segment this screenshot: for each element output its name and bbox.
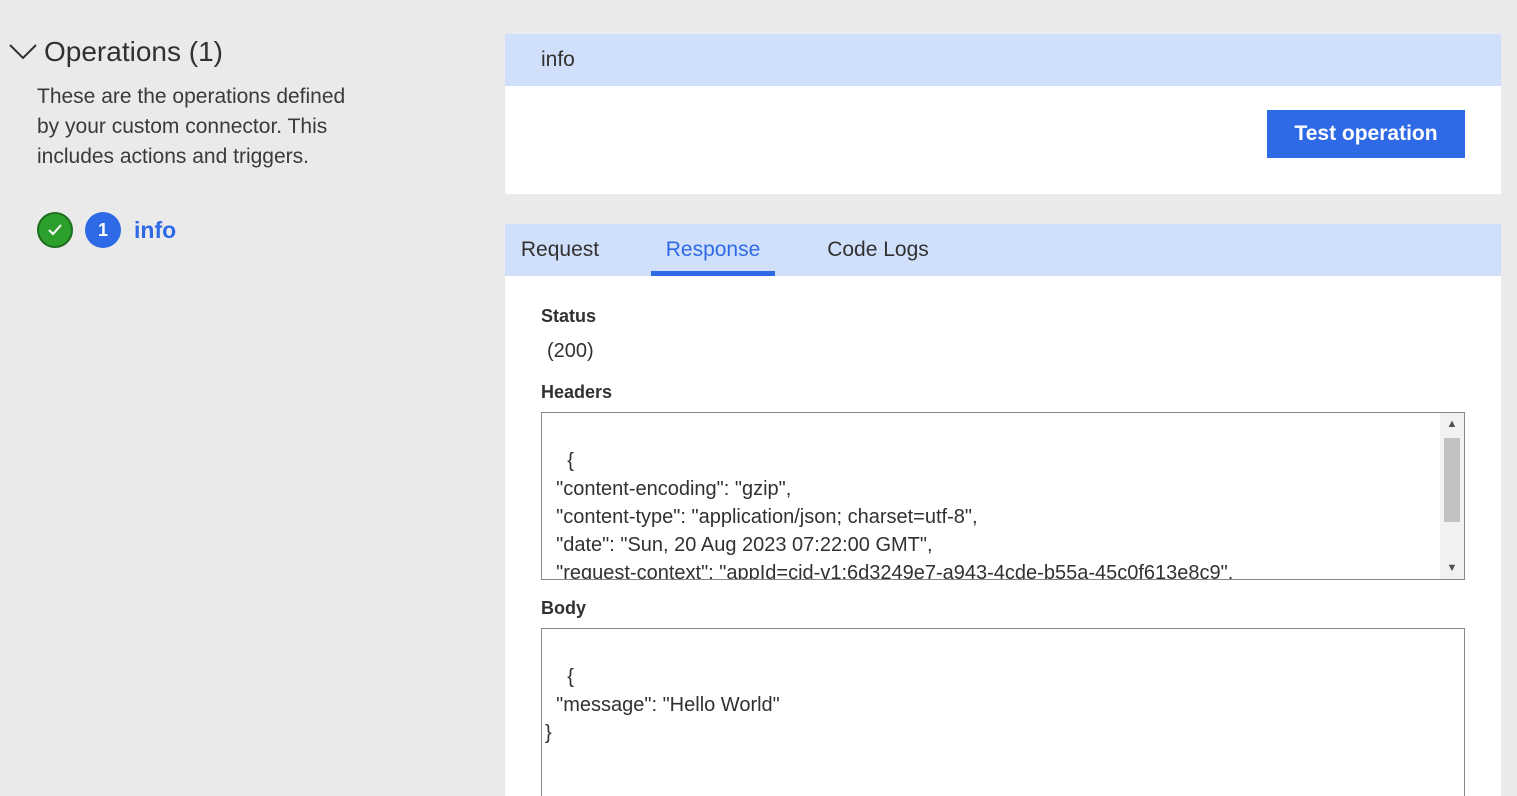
body-content: { "message": "Hello World" }	[545, 666, 780, 744]
headers-label: Headers	[541, 382, 613, 402]
status-value: (200)	[547, 340, 594, 362]
tab-response[interactable]: Response	[651, 224, 775, 276]
operations-collapse-toggle[interactable]: Operations (1)	[8, 36, 223, 68]
operation-card-title: info	[505, 34, 1501, 86]
headers-scrollbar[interactable]: ▲ ▼	[1440, 413, 1464, 579]
headers-textarea[interactable]: { "content-encoding": "gzip", "content-t…	[541, 412, 1465, 580]
tab-response-label: Response	[665, 238, 761, 261]
tab-request-label: Request	[520, 238, 600, 261]
tab-request[interactable]: Request	[505, 224, 615, 276]
operation-number-badge: 1	[85, 212, 121, 248]
operation-link-info[interactable]: info	[134, 217, 176, 244]
scrollbar-thumb[interactable]	[1444, 438, 1460, 522]
checkmark-icon	[37, 212, 73, 248]
status-label: Status	[541, 306, 597, 326]
body-label: Body	[541, 598, 586, 618]
test-operation-button[interactable]: Test operation	[1267, 110, 1465, 158]
tab-code-logs-label: Code Logs	[827, 238, 929, 261]
operations-title: Operations (1)	[44, 36, 223, 67]
response-card: Request Response Code Logs Status (200) …	[505, 224, 1501, 796]
tab-bar: Request Response Code Logs	[505, 224, 1501, 276]
tab-code-logs[interactable]: Code Logs	[811, 224, 945, 276]
active-tab-indicator	[651, 271, 775, 276]
operation-card: info Test operation	[505, 34, 1501, 194]
operations-description: These are the operations defined by your…	[37, 85, 346, 168]
chevron-down-icon	[9, 44, 37, 60]
scroll-down-arrow-icon[interactable]: ▼	[1440, 557, 1464, 579]
body-textarea[interactable]: { "message": "Hello World" }	[541, 628, 1465, 796]
headers-content: { "content-encoding": "gzip", "content-t…	[556, 450, 1234, 580]
operation-item-info[interactable]: 1 info	[37, 212, 176, 248]
scroll-up-arrow-icon[interactable]: ▲	[1440, 413, 1464, 435]
